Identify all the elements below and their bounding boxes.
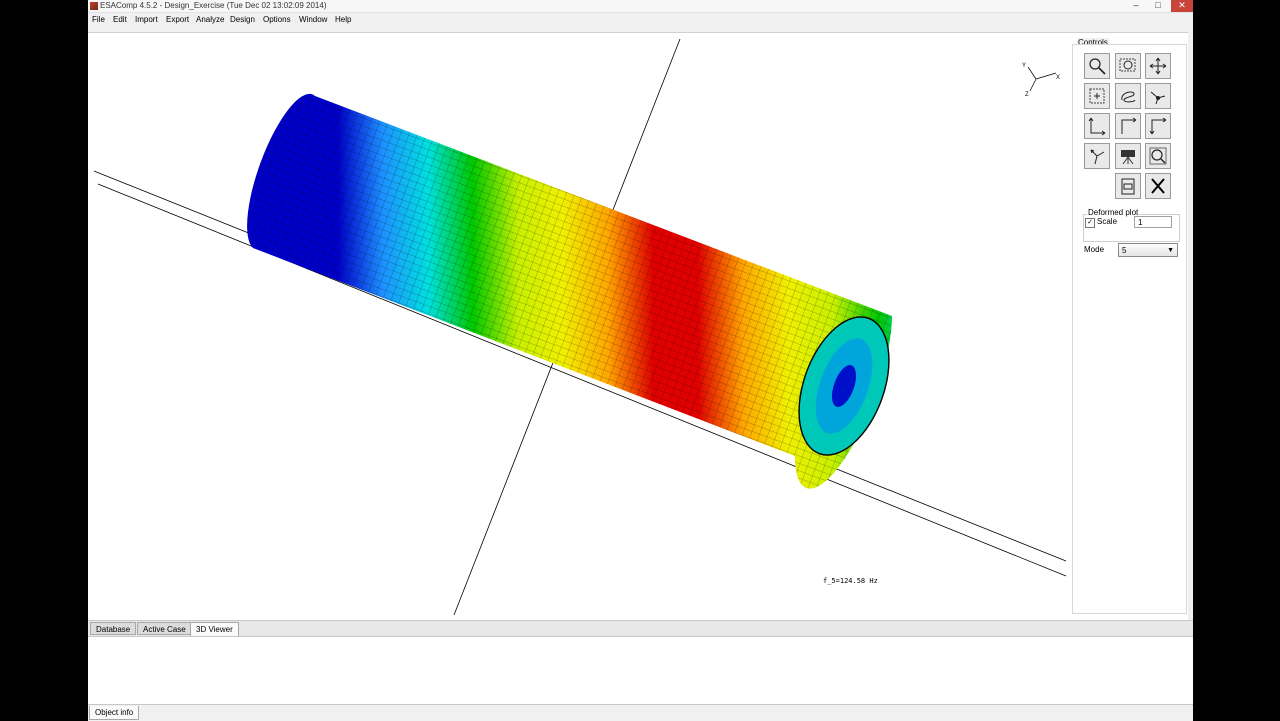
- deformed-plot-title: Deformed plot: [1087, 208, 1140, 217]
- pan-icon: [1149, 57, 1167, 75]
- zoom-box-button[interactable]: [1115, 53, 1141, 79]
- deformed-tube: [247, 93, 893, 489]
- axis-label-z: Z: [1025, 92, 1029, 98]
- axis-label-y: Y: [1022, 63, 1026, 69]
- rotate-icon: [1121, 91, 1136, 103]
- scale-label: Scale: [1097, 217, 1118, 226]
- view-yx-icon: [1088, 117, 1106, 136]
- mode-value: 5: [1122, 246, 1127, 255]
- isometric-button[interactable]: [1084, 143, 1110, 169]
- mode-select[interactable]: 5 ▼: [1118, 243, 1178, 257]
- tab-3d-viewer[interactable]: 3D Viewer: [190, 622, 239, 637]
- close-window-button[interactable]: ✕: [1171, 0, 1193, 12]
- view-xy-button[interactable]: [1115, 113, 1141, 139]
- axis-triad: Y X Z: [1018, 61, 1068, 101]
- tab-database[interactable]: Database: [90, 622, 137, 635]
- camera-button[interactable]: [1115, 143, 1141, 169]
- scale-checkbox[interactable]: ✓: [1085, 218, 1095, 228]
- zoom-icon: [1089, 58, 1106, 75]
- app-icon: [90, 2, 98, 10]
- application-window: ESAComp 4.5.2 - Design_Exercise (Tue Dec…: [88, 0, 1193, 721]
- mode-label: Mode: [1084, 245, 1105, 254]
- tab-bar: Database Active Case 3D Viewer: [88, 620, 1193, 637]
- menu-window[interactable]: Window: [299, 13, 327, 27]
- magnify-icon: [1149, 147, 1167, 165]
- close-view-button[interactable]: [1145, 173, 1171, 199]
- menu-bar: File Edit Import Export Analyze Design O…: [88, 13, 1193, 27]
- title-bar: ESAComp 4.5.2 - Design_Exercise (Tue Dec…: [88, 0, 1193, 13]
- minimize-button[interactable]: –: [1125, 0, 1147, 12]
- view-yx-button[interactable]: [1084, 113, 1110, 139]
- spin-button[interactable]: [1145, 83, 1171, 109]
- chevron-down-icon: ▼: [1167, 247, 1174, 254]
- 3d-viewport[interactable]: Y X Z f_5=124.58 Hz: [88, 32, 1188, 621]
- fit-view-button[interactable]: [1084, 83, 1110, 109]
- rotate-button[interactable]: [1115, 83, 1141, 109]
- view-xz-button[interactable]: [1145, 113, 1171, 139]
- status-bar: Object info: [88, 704, 1193, 721]
- menu-design[interactable]: Design: [230, 13, 255, 27]
- menu-export[interactable]: Export: [166, 13, 189, 27]
- menu-edit[interactable]: Edit: [113, 13, 127, 27]
- zoom-button[interactable]: [1084, 53, 1110, 79]
- menu-analyze[interactable]: Analyze: [196, 13, 224, 27]
- magnify-button[interactable]: [1145, 143, 1171, 169]
- object-info-tab[interactable]: Object info: [89, 706, 140, 720]
- menu-import[interactable]: Import: [135, 13, 158, 27]
- camera-icon: [1121, 150, 1135, 165]
- view-xy-icon: [1121, 117, 1137, 134]
- fit-view-icon: [1089, 88, 1105, 104]
- bottom-panel: [88, 636, 1193, 705]
- window-title: ESAComp 4.5.2 - Design_Exercise (Tue Dec…: [100, 1, 327, 10]
- zoom-box-icon: [1119, 58, 1136, 72]
- spin-icon: [1150, 91, 1166, 105]
- tab-active-case[interactable]: Active Case: [137, 622, 192, 635]
- pan-button[interactable]: [1145, 53, 1171, 79]
- controls-panel: Deformed plot ✓ Scale 1 Mode 5 ▼: [1072, 44, 1187, 614]
- scale-input[interactable]: 1: [1134, 216, 1172, 228]
- axis-label-x: X: [1056, 75, 1060, 81]
- print-button[interactable]: [1115, 173, 1141, 199]
- menu-help[interactable]: Help: [335, 13, 351, 27]
- menu-options[interactable]: Options: [263, 13, 291, 27]
- close-view-icon: [1151, 178, 1165, 194]
- model-canvas[interactable]: [88, 33, 1188, 621]
- print-icon: [1121, 178, 1135, 195]
- isometric-icon: [1090, 149, 1105, 165]
- menu-file[interactable]: File: [92, 13, 105, 27]
- frequency-label: f_5=124.58 Hz: [823, 577, 878, 585]
- maximize-button[interactable]: □: [1147, 0, 1169, 12]
- view-xz-icon: [1149, 117, 1167, 135]
